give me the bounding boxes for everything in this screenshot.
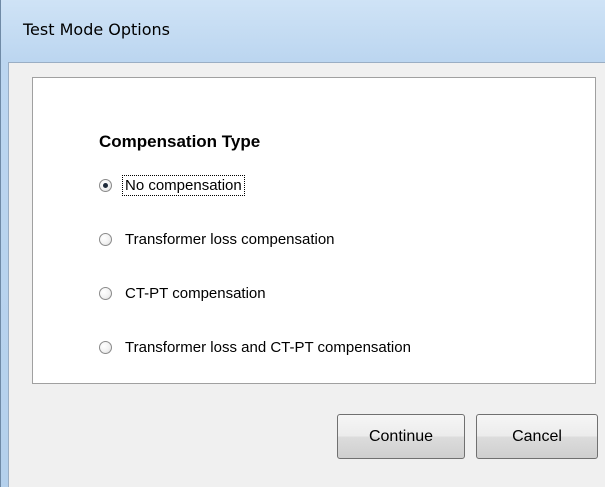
window-title: Test Mode Options xyxy=(23,20,171,39)
radio-checked-icon[interactable] xyxy=(99,178,112,192)
radio-no-compensation[interactable]: No compensation xyxy=(99,174,245,196)
radio-unchecked-icon[interactable] xyxy=(99,340,112,354)
radio-transformer-loss-compensation[interactable]: Transformer loss compensation xyxy=(99,228,336,250)
radio-label[interactable]: CT-PT compensation xyxy=(124,285,267,302)
dialog-body: Compensation Type No compensation Transf… xyxy=(8,62,605,487)
continue-button[interactable]: Continue xyxy=(337,414,465,459)
dialog-window: Test Mode Options Compensation Type No c… xyxy=(0,0,605,487)
radio-unchecked-icon[interactable] xyxy=(99,286,112,300)
radio-label[interactable]: No compensation xyxy=(122,174,245,196)
radio-unchecked-icon[interactable] xyxy=(99,232,112,246)
radio-transformer-loss-and-ct-pt-compensation[interactable]: Transformer loss and CT-PT compensation xyxy=(99,336,412,358)
radio-label[interactable]: Transformer loss and CT-PT compensation xyxy=(124,339,412,356)
radio-ct-pt-compensation[interactable]: CT-PT compensation xyxy=(99,282,267,304)
cancel-button[interactable]: Cancel xyxy=(476,414,598,459)
compensation-type-panel: Compensation Type No compensation Transf… xyxy=(32,77,596,384)
compensation-type-heading: Compensation Type xyxy=(99,132,261,151)
title-bar[interactable]: Test Mode Options xyxy=(1,0,605,62)
radio-label[interactable]: Transformer loss compensation xyxy=(124,231,336,248)
